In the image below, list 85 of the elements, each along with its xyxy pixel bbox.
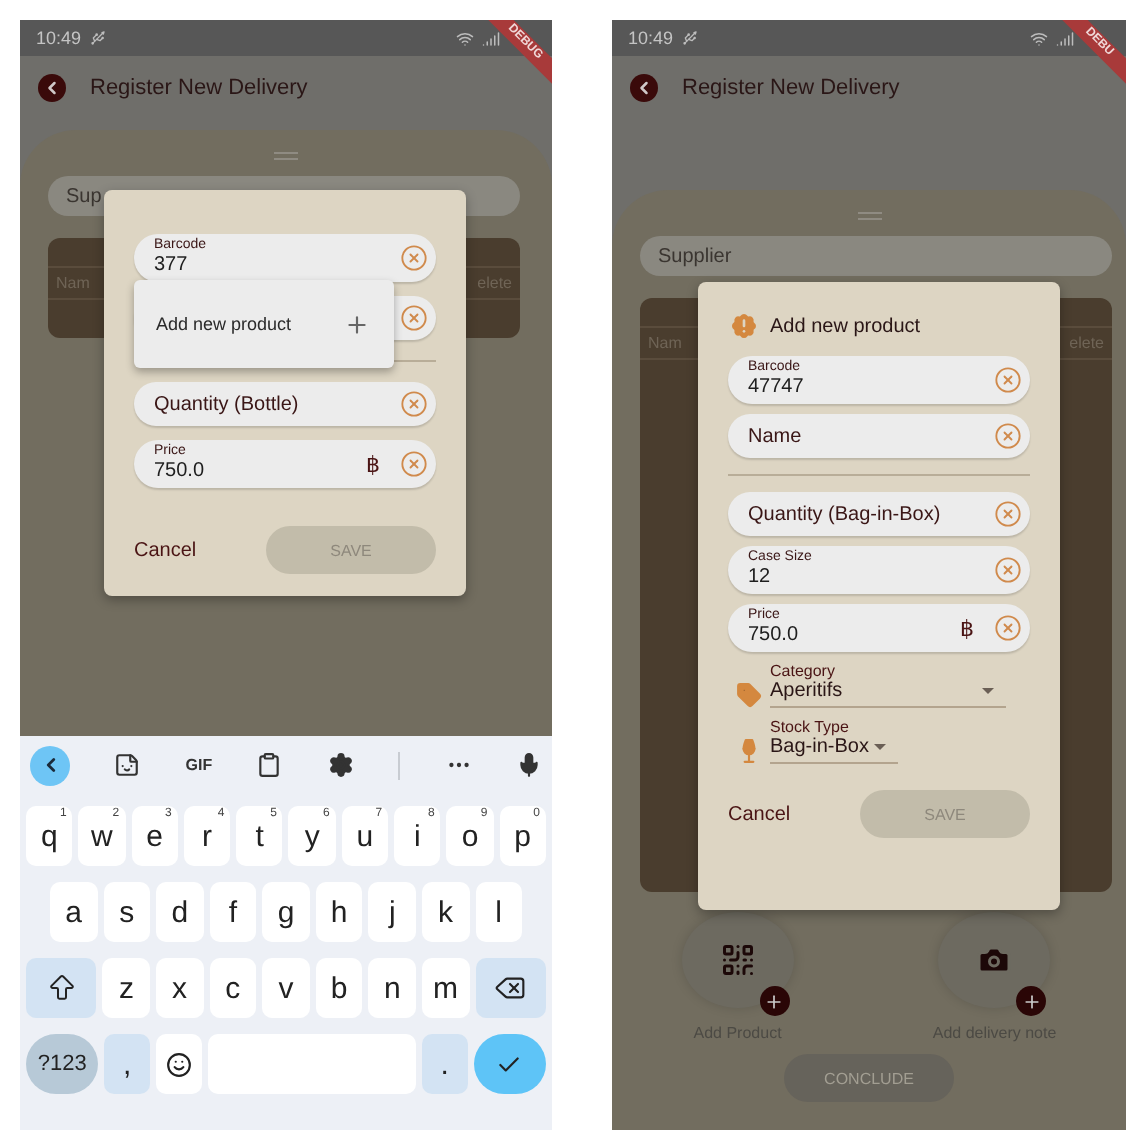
clear-icon[interactable] xyxy=(994,366,1022,394)
dialog-title: Add new product xyxy=(770,315,921,337)
dropdown-label: Category xyxy=(770,662,837,680)
text-field[interactable]: Quantity (Bottle) xyxy=(134,382,436,426)
back-button[interactable] xyxy=(38,74,66,102)
keyboard-key[interactable]: s xyxy=(103,882,151,942)
keyboard-key[interactable]: a xyxy=(50,882,98,942)
wifi-icon xyxy=(1030,29,1048,47)
page-title: Register New Delivery xyxy=(90,76,308,100)
keyboard-key[interactable]: n xyxy=(368,958,416,1018)
dropdown-label: Stock Type xyxy=(770,718,851,736)
dropdown[interactable]: Stock Type Bag-in-Box xyxy=(770,718,898,764)
backspace-icon xyxy=(494,972,527,1004)
field-placeholder: Quantity (Bag-in-Box) xyxy=(748,503,943,525)
clear-icon[interactable] xyxy=(400,390,428,418)
wifi-icon xyxy=(456,29,474,47)
clear-icon[interactable] xyxy=(400,244,428,272)
usb-icon xyxy=(89,30,106,46)
keyboard-key[interactable]: j xyxy=(368,882,416,942)
dropdown-value: Aperitifs xyxy=(770,680,843,702)
keyboard-key[interactable]: , xyxy=(104,1034,150,1094)
shift-key[interactable] xyxy=(26,958,97,1018)
suggestion-item[interactable]: Add new product xyxy=(156,314,292,334)
keyboard-key[interactable]: l xyxy=(475,882,523,942)
field-value: 750.0 xyxy=(748,624,801,648)
sticker-icon[interactable] xyxy=(114,752,141,778)
gif-button[interactable]: GIF xyxy=(185,756,213,774)
caret-icon xyxy=(982,688,994,694)
drag-handle xyxy=(274,152,298,160)
chevron-left-icon xyxy=(42,78,62,98)
dropdown-value: Bag-in-Box xyxy=(770,736,869,758)
caret-icon xyxy=(874,744,886,750)
field-placeholder: Quantity (Bottle) xyxy=(154,393,301,415)
signal-icon xyxy=(482,29,500,47)
text-field[interactable]: Quantity (Bag-in-Box) xyxy=(728,492,1030,536)
keyboard-key[interactable]: v xyxy=(262,958,310,1018)
clear-icon[interactable] xyxy=(994,614,1022,642)
keyboard-key[interactable]: c xyxy=(209,958,257,1018)
qr-code-icon xyxy=(719,942,756,978)
keyboard-key[interactable]: b xyxy=(315,958,363,1018)
keyboard-key[interactable]: g xyxy=(262,882,310,942)
text-field[interactable]: Name xyxy=(728,414,1030,458)
tag-icon xyxy=(736,682,762,708)
keyboard-key[interactable]: x xyxy=(156,958,204,1018)
keyboard-key[interactable]: d xyxy=(156,882,204,942)
back-button[interactable] xyxy=(630,74,658,102)
check-icon xyxy=(496,1051,523,1077)
keyboard-key[interactable]: f xyxy=(209,882,257,942)
keyboard-key[interactable]: . xyxy=(422,1034,468,1094)
smiley-icon xyxy=(165,1051,192,1077)
clear-icon[interactable] xyxy=(994,556,1022,584)
currency-symbol: ฿ xyxy=(366,451,380,477)
clear-icon[interactable] xyxy=(400,450,428,478)
signal-icon xyxy=(1056,29,1074,47)
status-time: 10:49 xyxy=(628,28,674,48)
keyboard-key[interactable]: m xyxy=(421,958,470,1018)
keyboard-key[interactable]: h xyxy=(315,882,363,942)
currency-symbol: ฿ xyxy=(960,615,974,641)
backspace-key[interactable] xyxy=(475,958,546,1018)
clipboard-icon[interactable] xyxy=(256,752,283,778)
cancel-button[interactable]: Cancel xyxy=(728,803,791,825)
clear-icon[interactable] xyxy=(400,304,428,332)
cancel-button[interactable]: Cancel xyxy=(134,539,197,561)
usb-icon xyxy=(681,30,698,46)
field-value: 12 xyxy=(748,566,773,590)
keyboard-key[interactable]: z xyxy=(102,958,150,1018)
field-value: 47747 xyxy=(748,376,806,400)
field-placeholder: Name xyxy=(748,425,804,447)
clear-icon[interactable] xyxy=(994,422,1022,450)
alert-badge-icon xyxy=(728,310,760,342)
plus-icon[interactable] xyxy=(344,311,370,337)
dropdown[interactable]: Category Aperitifs xyxy=(770,662,1006,708)
shift-icon xyxy=(45,972,78,1004)
drag-handle xyxy=(857,212,881,220)
keyboard-back-button[interactable] xyxy=(30,745,70,785)
page-title: Register New Delivery xyxy=(682,76,900,100)
status-time: 10:49 xyxy=(36,28,82,48)
field-value: 377 xyxy=(154,254,190,278)
keyboard-key[interactable]: k xyxy=(421,882,469,942)
field-value: 750.0 xyxy=(154,460,207,484)
mic-icon[interactable] xyxy=(515,752,542,778)
clear-icon[interactable] xyxy=(994,500,1022,528)
emoji-key[interactable] xyxy=(155,1034,202,1094)
chevron-left-icon xyxy=(634,78,654,98)
symbols-key[interactable]: ?123 xyxy=(26,1034,99,1094)
